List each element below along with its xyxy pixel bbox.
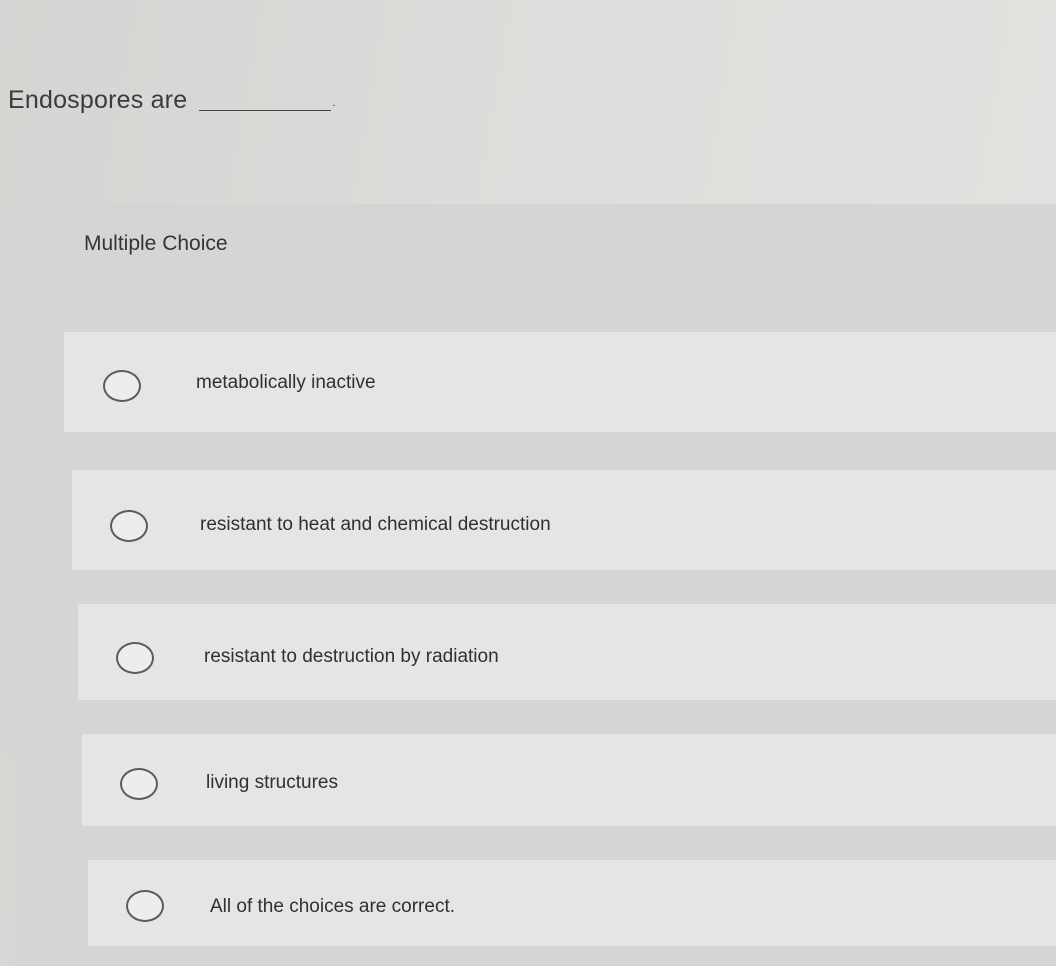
choice-label-5: All of the choices are correct.	[210, 896, 455, 917]
choice-label-2: resistant to heat and chemical destructi…	[200, 514, 551, 535]
radio-button-5[interactable]	[126, 890, 164, 922]
radio-button-1[interactable]	[103, 370, 141, 402]
choice-option-4[interactable]: living structures	[82, 734, 1056, 826]
question-end-punctuation: .	[332, 95, 336, 109]
radio-button-3[interactable]	[116, 642, 154, 674]
question-type-label: Multiple Choice	[84, 232, 228, 255]
choice-option-1[interactable]: metabolically inactive	[64, 332, 1056, 432]
choice-label-3: resistant to destruction by radiation	[204, 646, 499, 667]
multiple-choice-panel: Multiple Choice metabolically inactive r…	[14, 204, 1056, 966]
question-prompt: Endospores are.	[8, 86, 336, 115]
choice-option-3[interactable]: resistant to destruction by radiation	[78, 604, 1056, 700]
choice-label-4: living structures	[206, 772, 338, 793]
answer-blank	[199, 90, 332, 111]
radio-button-2[interactable]	[110, 510, 148, 542]
choice-option-5[interactable]: All of the choices are correct.	[88, 860, 1056, 946]
choice-label-1: metabolically inactive	[196, 372, 376, 393]
choice-option-2[interactable]: resistant to heat and chemical destructi…	[72, 470, 1056, 570]
quiz-page: Endospores are. Multiple Choice metaboli…	[0, 0, 1056, 966]
radio-button-4[interactable]	[120, 768, 158, 800]
question-text: Endospores are	[8, 86, 188, 114]
